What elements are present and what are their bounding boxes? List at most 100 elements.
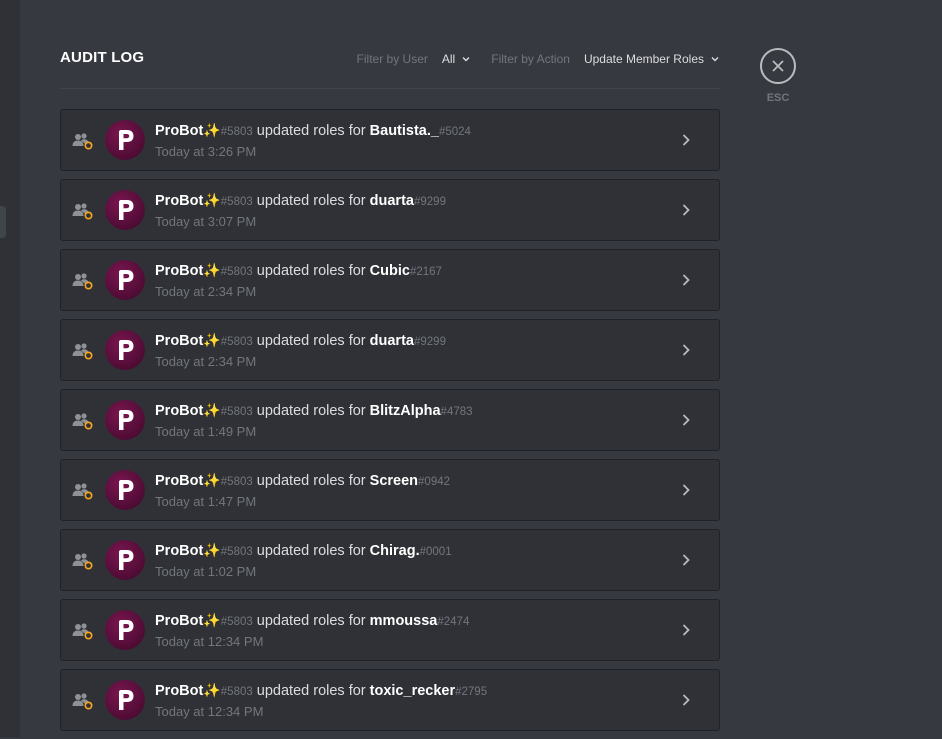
action-text: updated roles for [256, 333, 366, 349]
entry-summary: ProBot✨#5803 updated roles for toxic_rec… [155, 682, 487, 699]
target-discriminator: #0001 [419, 546, 452, 558]
probot-avatar [105, 260, 145, 300]
entry-timestamp: Today at 2:34 PM [155, 354, 257, 369]
sparkle-emoji: ✨ [203, 612, 221, 628]
audit-log-entry[interactable]: ProBot✨#5803 updated roles for toxic_rec… [60, 669, 720, 731]
target-discriminator: #4783 [440, 406, 473, 418]
close-control: ESC [760, 48, 796, 104]
sparkle-emoji: ✨ [203, 472, 221, 488]
action-text: updated roles for [256, 123, 366, 139]
audit-log-entry[interactable]: ProBot✨#5803 updated roles for duarta#92… [60, 319, 720, 381]
member-role-update-icon [72, 623, 93, 640]
chevron-right-icon[interactable] [679, 133, 693, 147]
actor-discriminator: #5803 [220, 266, 253, 278]
probot-avatar [105, 190, 145, 230]
member-role-update-icon [72, 693, 93, 710]
entry-summary: ProBot✨#5803 updated roles for Screen#09… [155, 472, 450, 489]
avatar[interactable] [105, 330, 145, 370]
entry-summary: ProBot✨#5803 updated roles for Cubic#216… [155, 262, 442, 279]
entry-summary: ProBot✨#5803 updated roles for mmoussa#2… [155, 612, 469, 629]
audit-log-entry[interactable]: ProBot✨#5803 updated roles for Chirag.#0… [60, 529, 720, 591]
avatar[interactable] [105, 610, 145, 650]
target-name[interactable]: mmoussa [370, 613, 438, 629]
target-name[interactable]: duarta [370, 333, 414, 349]
chevron-right-icon[interactable] [679, 483, 693, 497]
member-role-update-icon [72, 413, 93, 430]
actor-name[interactable]: ProBot [155, 683, 203, 699]
chevron-right-icon[interactable] [679, 623, 693, 637]
member-role-update-icon [72, 343, 93, 360]
avatar[interactable] [105, 680, 145, 720]
esc-label: ESC [766, 92, 790, 104]
target-discriminator: #2474 [437, 616, 470, 628]
avatar[interactable] [105, 470, 145, 510]
avatar[interactable] [105, 400, 145, 440]
filter-by-user-select[interactable]: All [442, 52, 471, 66]
actor-name[interactable]: ProBot [155, 193, 203, 209]
chevron-right-icon[interactable] [679, 693, 693, 707]
entry-timestamp: Today at 2:34 PM [155, 284, 257, 299]
audit-log-entry[interactable]: ProBot✨#5803 updated roles for Cubic#216… [60, 249, 720, 311]
target-name[interactable]: Chirag. [370, 543, 420, 559]
target-name[interactable]: Screen [370, 473, 418, 489]
actor-name[interactable]: ProBot [155, 403, 203, 419]
member-role-update-icon [72, 553, 93, 570]
chevron-down-icon [711, 57, 719, 62]
actor-name[interactable]: ProBot [155, 613, 203, 629]
target-discriminator: #2167 [409, 266, 442, 278]
probot-avatar [105, 330, 145, 370]
target-name[interactable]: toxic_recker [370, 683, 455, 699]
filter-bar: Filter by User All Filter by Action Upda… [357, 52, 720, 66]
probot-avatar [105, 540, 145, 580]
avatar[interactable] [105, 260, 145, 300]
audit-log-entry[interactable]: ProBot✨#5803 updated roles for duarta#92… [60, 179, 720, 241]
action-text: updated roles for [256, 543, 366, 559]
target-discriminator: #9299 [413, 336, 446, 348]
actor-discriminator: #5803 [220, 126, 253, 138]
chevron-right-icon[interactable] [679, 553, 693, 567]
action-text: updated roles for [256, 683, 366, 699]
avatar[interactable] [105, 120, 145, 160]
actor-discriminator: #5803 [220, 616, 253, 628]
actor-discriminator: #5803 [220, 406, 253, 418]
actor-name[interactable]: ProBot [155, 263, 203, 279]
target-name[interactable]: Cubic [370, 263, 410, 279]
close-button[interactable] [760, 48, 796, 84]
sparkle-emoji: ✨ [203, 192, 221, 208]
entry-timestamp: Today at 1:49 PM [155, 424, 257, 439]
entry-summary: ProBot✨#5803 updated roles for BlitzAlph… [155, 402, 473, 419]
chevron-right-icon[interactable] [679, 343, 693, 357]
entry-timestamp: Today at 1:47 PM [155, 494, 257, 509]
actor-name[interactable]: ProBot [155, 543, 203, 559]
audit-log-entry[interactable]: ProBot✨#5803 updated roles for Bautista.… [60, 109, 720, 171]
audit-log-header: AUDIT LOG Filter by User All Filter by A… [60, 38, 720, 89]
entry-summary: ProBot✨#5803 updated roles for duarta#92… [155, 332, 446, 349]
chevron-right-icon[interactable] [679, 203, 693, 217]
page-title: AUDIT LOG [60, 49, 145, 66]
target-discriminator: #2795 [455, 686, 488, 698]
actor-discriminator: #5803 [220, 546, 253, 558]
actor-name[interactable]: ProBot [155, 333, 203, 349]
actor-name[interactable]: ProBot [155, 123, 203, 139]
filter-by-action-select[interactable]: Update Member Roles [584, 52, 720, 66]
sidebar-scroll-tab[interactable] [0, 206, 6, 238]
probot-avatar [105, 400, 145, 440]
chevron-right-icon[interactable] [679, 273, 693, 287]
target-name[interactable]: duarta [370, 193, 414, 209]
audit-log-entry[interactable]: ProBot✨#5803 updated roles for BlitzAlph… [60, 389, 720, 451]
target-name[interactable]: BlitzAlpha [370, 403, 441, 419]
avatar[interactable] [105, 190, 145, 230]
chevron-right-icon[interactable] [679, 413, 693, 427]
actor-name[interactable]: ProBot [155, 473, 203, 489]
member-role-update-icon [72, 483, 93, 500]
entry-summary: ProBot✨#5803 updated roles for Chirag.#0… [155, 542, 452, 559]
audit-log-entry[interactable]: ProBot✨#5803 updated roles for mmoussa#2… [60, 599, 720, 661]
entry-timestamp: Today at 12:34 PM [155, 634, 264, 649]
target-name[interactable]: Bautista._ [370, 123, 439, 139]
actor-discriminator: #5803 [220, 476, 253, 488]
audit-log-entry[interactable]: ProBot✨#5803 updated roles for Screen#09… [60, 459, 720, 521]
target-discriminator: #9299 [413, 196, 446, 208]
avatar[interactable] [105, 540, 145, 580]
filter-by-user-label: Filter by User [356, 52, 428, 66]
action-text: updated roles for [256, 473, 366, 489]
